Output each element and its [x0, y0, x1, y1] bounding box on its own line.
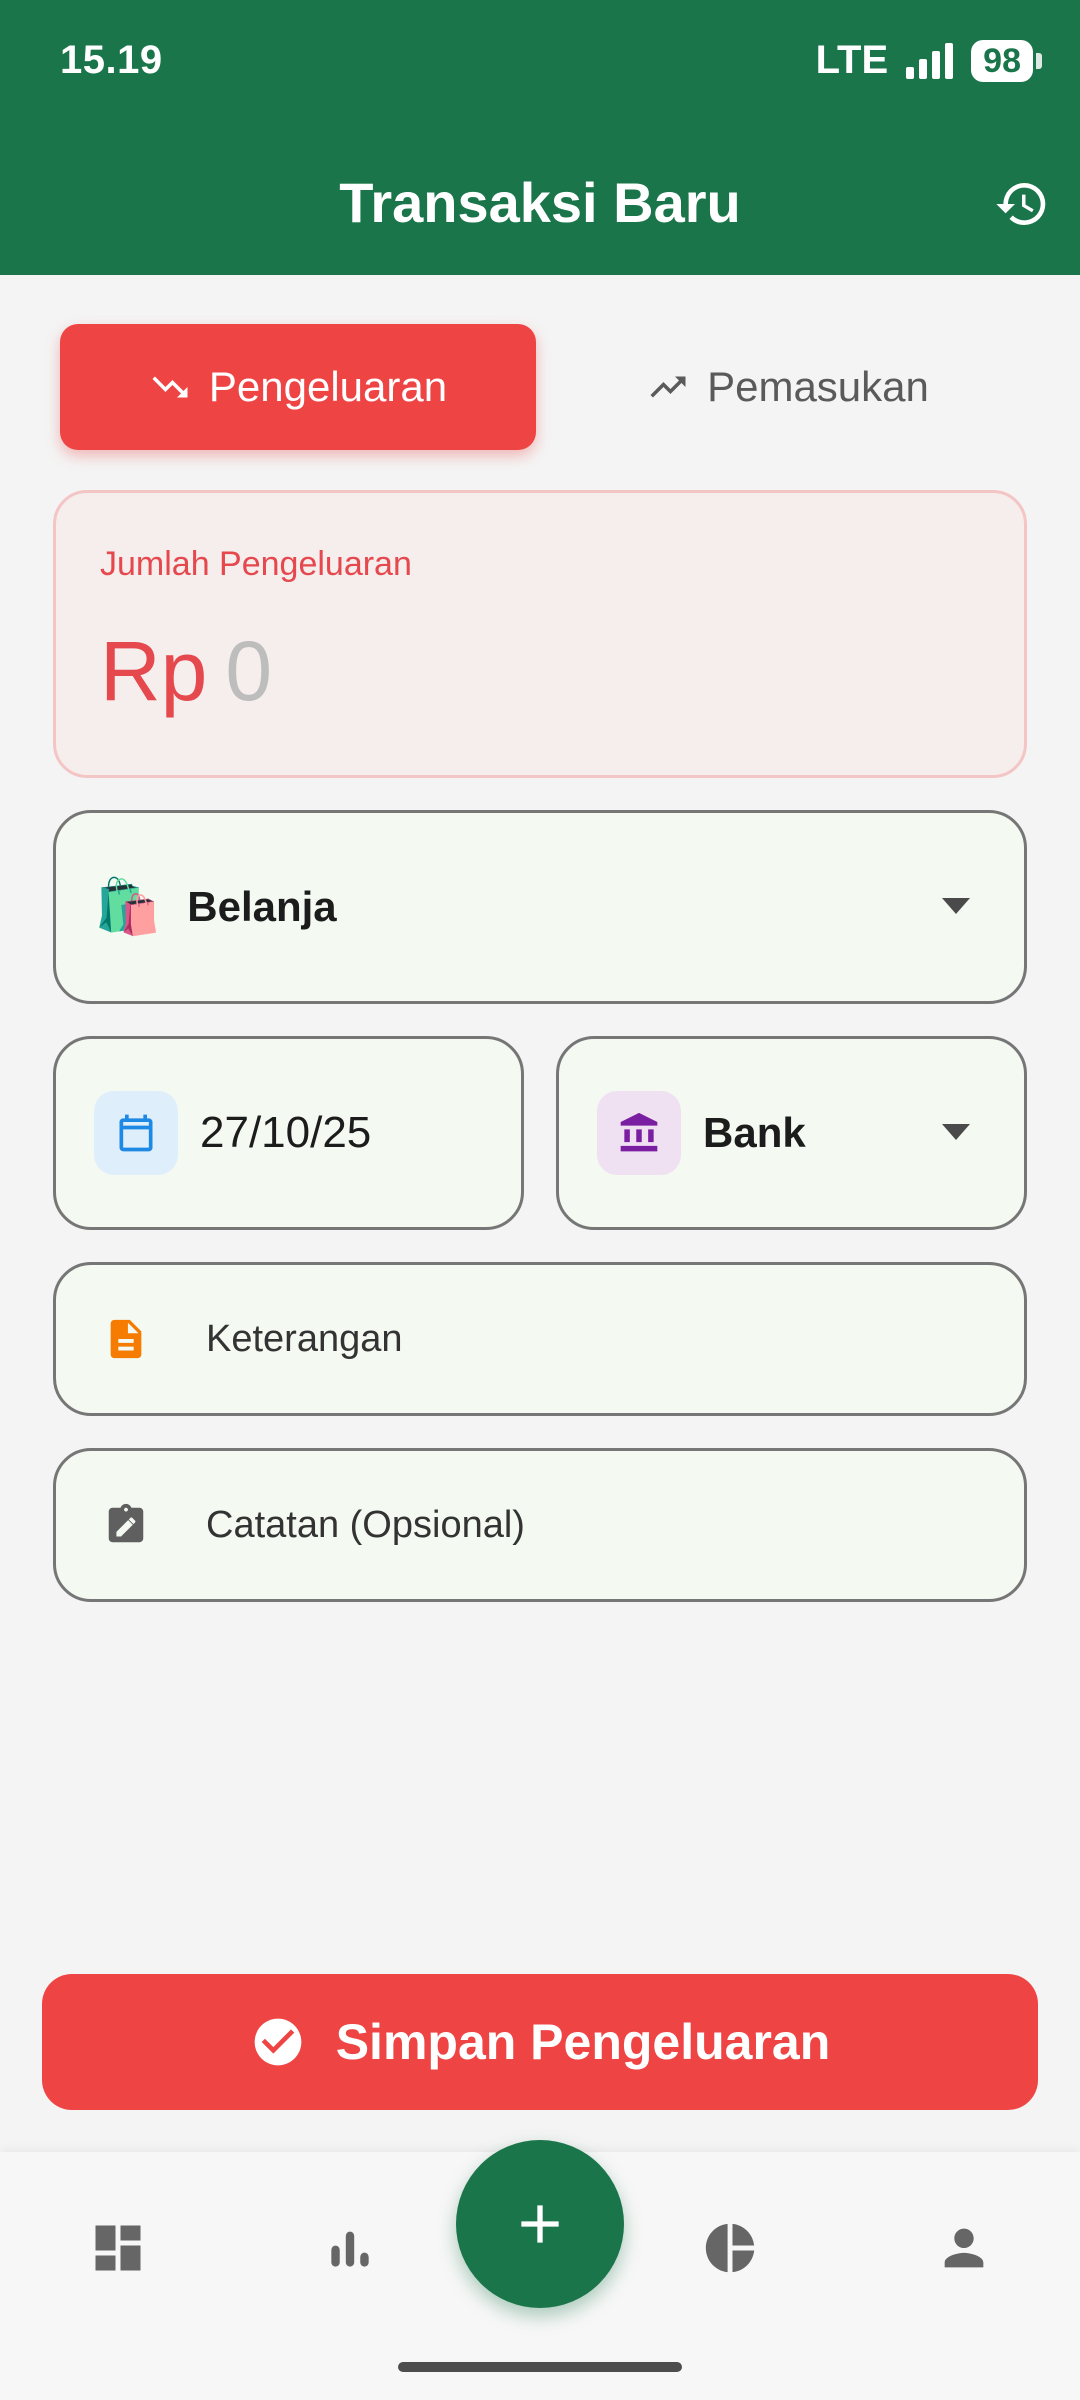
battery-icon: 98	[971, 39, 1042, 82]
bank-icon	[620, 1112, 658, 1152]
description-placeholder: Keterangan	[206, 1317, 403, 1360]
amount-input[interactable]: Rp 0	[100, 623, 272, 720]
nav-statistics[interactable]	[312, 2210, 388, 2286]
date-value: 27/10/25	[200, 1108, 372, 1157]
trending-up-icon	[650, 376, 686, 398]
network-type: LTE	[815, 38, 889, 82]
save-expense-button[interactable]: Simpan Pengeluaran	[42, 1974, 1038, 2110]
calendar-icon-box	[94, 1091, 178, 1175]
category-label: Belanja	[187, 883, 337, 930]
bar-chart-icon	[331, 2231, 369, 2267]
trending-down-icon	[152, 376, 188, 398]
app-bar: 15.19 LTE 98 Transaksi Baru	[0, 0, 1080, 275]
currency-prefix: Rp	[100, 624, 208, 718]
category-select[interactable]: 🛍️ Belanja	[53, 810, 1027, 1004]
history-icon	[996, 183, 1046, 226]
calendar-icon	[119, 1114, 153, 1152]
bank-icon-box	[597, 1091, 681, 1175]
amount-value: 0	[225, 624, 273, 718]
history-button[interactable]	[990, 172, 1054, 236]
amount-card[interactable]: Jumlah Pengeluaran Rp 0	[53, 490, 1027, 778]
page-title: Transaksi Baru	[339, 171, 741, 234]
chevron-down-icon	[942, 1124, 970, 1140]
description-field[interactable]: Keterangan	[53, 1262, 1027, 1416]
dashboard-icon	[95, 2225, 141, 2271]
add-icon	[521, 2205, 559, 2243]
home-indicator	[398, 2362, 682, 2372]
status-time: 15.19	[60, 38, 163, 82]
shopping-bags-icon: 🛍️	[94, 876, 162, 937]
chevron-down-icon	[942, 898, 970, 914]
nav-profile[interactable]	[926, 2210, 1002, 2286]
nav-reports[interactable]	[692, 2210, 768, 2286]
tab-expense[interactable]: Pengeluaran	[60, 324, 536, 450]
battery-level: 98	[971, 39, 1033, 82]
pie-chart-icon	[705, 2223, 755, 2273]
note-placeholder: Catatan (Opsional)	[206, 1503, 525, 1546]
person-icon	[944, 2228, 984, 2268]
account-label: Bank	[703, 1109, 806, 1156]
status-indicators: LTE 98	[816, 38, 1042, 83]
add-transaction-fab[interactable]	[456, 2140, 624, 2308]
edit-clipboard-icon	[98, 1502, 154, 1548]
amount-label: Jumlah Pengeluaran	[100, 545, 412, 583]
transaction-type-toggle: Pengeluaran Pemasukan	[60, 324, 1026, 450]
save-button-label: Simpan Pengeluaran	[335, 2014, 831, 2070]
signal-icon	[906, 42, 954, 79]
check-circle-icon	[254, 2018, 302, 2066]
tab-income[interactable]: Pemasukan	[550, 324, 1026, 450]
document-icon	[98, 1316, 154, 1362]
account-select[interactable]: Bank	[556, 1036, 1027, 1230]
nav-dashboard[interactable]	[80, 2210, 156, 2286]
tab-expense-label: Pengeluaran	[208, 363, 448, 410]
date-picker[interactable]: 27/10/25	[53, 1036, 524, 1230]
note-field[interactable]: Catatan (Opsional)	[53, 1448, 1027, 1602]
tab-income-label: Pemasukan	[707, 363, 929, 410]
